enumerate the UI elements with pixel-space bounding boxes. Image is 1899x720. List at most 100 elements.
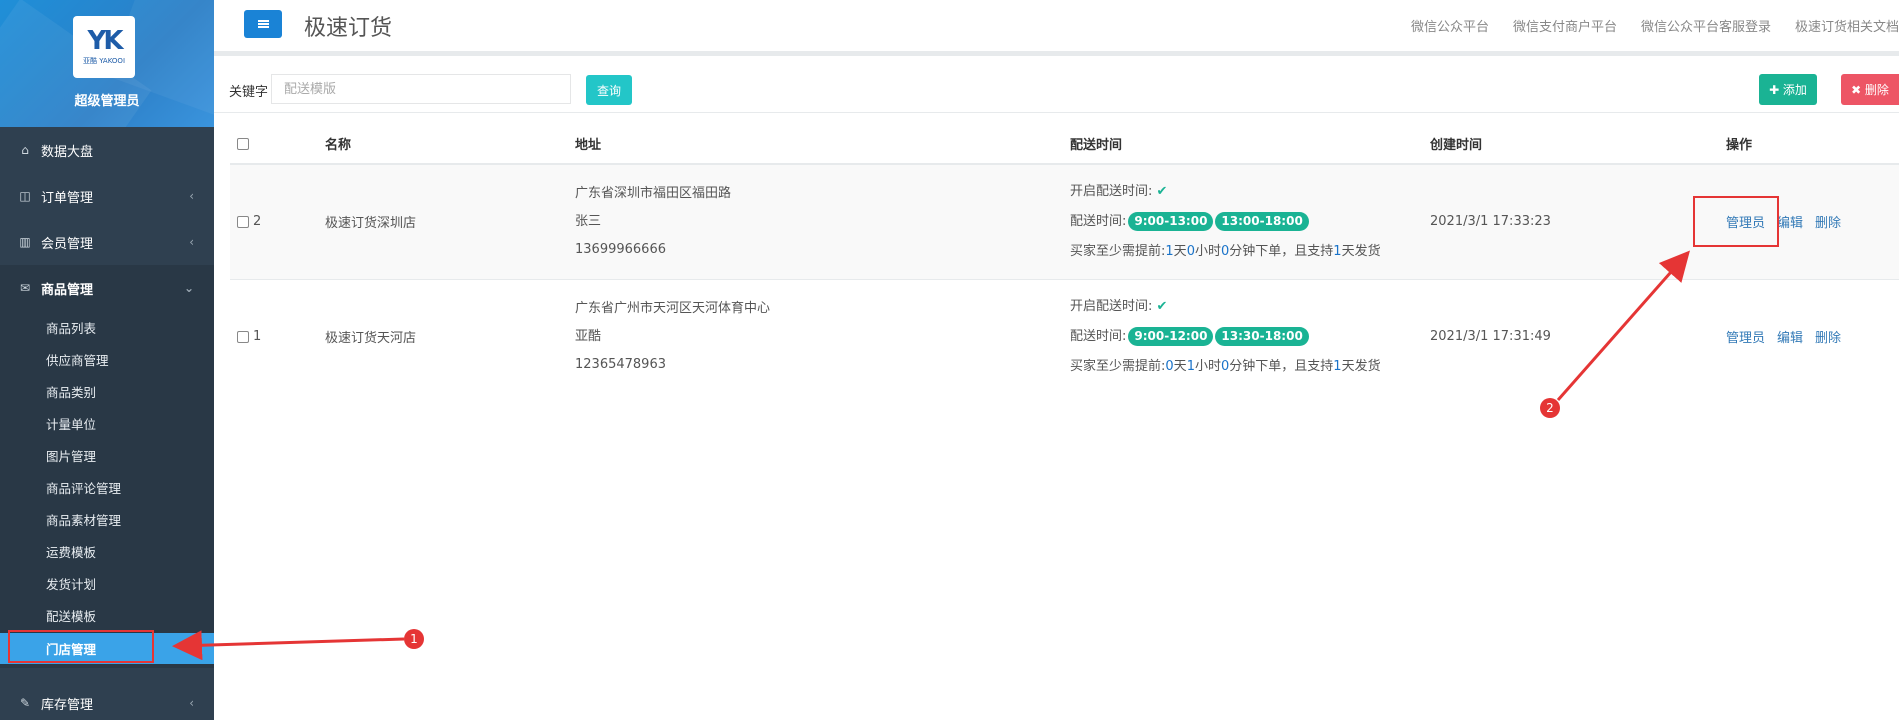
row-id: 1: [253, 329, 262, 345]
unit-hour: 小时: [1194, 358, 1221, 374]
delete-link[interactable]: 删除: [1815, 331, 1841, 346]
delivery-cell: 开启配送时间: ✔ 配送时间: 9:00-12:00 13:30-18:00 买家至…: [1070, 278, 1430, 394]
delivery-enabled-label: 开启配送时间:: [1070, 298, 1153, 314]
row-select: 1: [230, 278, 325, 394]
sidebar-item-orders[interactable]: ◫ 订单管理 ‹: [0, 173, 214, 219]
unit-day: 天: [1173, 358, 1187, 374]
link-docs[interactable]: 极速订货相关文档: [1795, 16, 1899, 35]
sidebar-subitem-units[interactable]: 计量单位: [0, 407, 214, 439]
edit-link[interactable]: 编辑: [1777, 216, 1803, 231]
sidebar-item-inventory[interactable]: ✎ 库存管理 ‹: [0, 680, 214, 720]
delivery-cell: 开启配送时间: ✔ 配送时间: 9:00-13:00 13:00-18:00 买家至…: [1070, 163, 1430, 279]
delivery-slots: 配送时间: 9:00-13:00 13:00-18:00: [1070, 207, 1430, 237]
store-contact: 亚酷: [575, 328, 602, 344]
link-wechat-pay[interactable]: 微信支付商户平台: [1513, 16, 1617, 35]
delivery-enabled: 开启配送时间: ✔: [1070, 177, 1430, 207]
advance-days: 0: [1165, 358, 1174, 374]
delete-link[interactable]: 删除: [1815, 216, 1841, 231]
unit-ship: 天发货: [1341, 243, 1381, 259]
add-button[interactable]: ✚ 添加: [1759, 74, 1817, 105]
store-name: 极速订货深圳店: [325, 163, 575, 279]
store-address-cell: 广东省深圳市福田区福田路 张三 13699966666: [575, 163, 1070, 279]
keyword-label: 关键字: [229, 85, 269, 100]
advance-label: 买家至少需提前:: [1070, 243, 1166, 259]
admin-name[interactable]: 超级管理员: [0, 90, 214, 109]
sidebar-subitem-delivery-templates[interactable]: 配送模板: [0, 599, 214, 631]
columns-icon: ◫: [19, 189, 31, 203]
row-select: 2: [230, 163, 325, 279]
delivery-enabled: 开启配送时间: ✔: [1070, 292, 1430, 322]
envelope-icon: ✉: [19, 281, 31, 295]
advance-notice: 买家至少需提前:0天1小时0分钟下单，且支持1天发货: [1070, 352, 1430, 382]
advance-hours: 0: [1186, 243, 1195, 259]
filter-bar: 关键字 查询 ✚ 添加 ✖ 删除: [214, 61, 1899, 113]
sidebar-item-label: 库存管理: [41, 697, 94, 713]
keyword-input[interactable]: [271, 74, 571, 104]
sidebar-subitem-images[interactable]: 图片管理: [0, 439, 214, 471]
chevron-left-icon: ‹: [189, 235, 194, 249]
products-submenu: 商品列表 供应商管理 商品类别 计量单位 图片管理 商品评论管理 商品素材管理 …: [0, 311, 214, 668]
table-row: 1 极速订货天河店 广东省广州市天河区天河体育中心 亚酷 12365478963…: [230, 278, 1899, 394]
time-slot-badge: 13:30-18:00: [1215, 326, 1309, 346]
bar-chart-icon: ▥: [19, 235, 31, 249]
created-time: 2021/3/1 17:31:49: [1430, 278, 1726, 394]
time-slot-badge: 9:00-12:00: [1128, 326, 1214, 346]
check-icon: ✔: [1156, 298, 1168, 314]
actions-cell: 管理员 编辑 删除: [1726, 278, 1899, 394]
edit-icon: ✎: [19, 696, 31, 710]
sidebar-subitem-categories[interactable]: 商品类别: [0, 375, 214, 407]
col-delivery-time: 配送时间: [1070, 122, 1430, 165]
top-links: 微信公众平台 微信支付商户平台 微信公众平台客服登录 极速订货相关文档: [1387, 16, 1899, 35]
unit-minute: 分钟下单，且支持: [1229, 358, 1334, 374]
select-all-checkbox[interactable]: [237, 137, 249, 150]
table-header-row: 名称 地址 配送时间 创建时间 操作: [230, 122, 1899, 165]
delete-button[interactable]: ✖ 删除: [1841, 74, 1899, 105]
query-button[interactable]: 查询: [586, 75, 632, 105]
link-wechat-platform[interactable]: 微信公众平台: [1411, 16, 1489, 35]
col-created: 创建时间: [1430, 122, 1726, 165]
link-wechat-support[interactable]: 微信公众平台客服登录: [1641, 16, 1771, 35]
sidebar-item-label: 数据大盘: [41, 144, 94, 160]
sidebar-item-dashboard[interactable]: ⌂ 数据大盘: [0, 127, 214, 173]
store-table: 名称 地址 配送时间 创建时间 操作 2 极速订货深圳店 广东省深圳市福田区福田…: [230, 122, 1899, 394]
annotation-badge-1: 1: [404, 629, 424, 649]
delivery-enabled-label: 开启配送时间:: [1070, 183, 1153, 199]
sidebar-subitem-product-list[interactable]: 商品列表: [0, 311, 214, 343]
manager-link[interactable]: 管理员: [1726, 331, 1765, 346]
time-slot-badge: 9:00-13:00: [1128, 211, 1214, 231]
sidebar-subitem-materials[interactable]: 商品素材管理: [0, 503, 214, 535]
hamburger-icon: [257, 20, 269, 28]
delivery-slots: 配送时间: 9:00-12:00 13:30-18:00: [1070, 322, 1430, 352]
sidebar-subitem-delivery-plan[interactable]: 发货计划: [0, 567, 214, 599]
menu-toggle-button[interactable]: [244, 10, 282, 38]
col-name: 名称: [325, 122, 575, 165]
sidebar-subitem-suppliers[interactable]: 供应商管理: [0, 343, 214, 375]
sidebar-item-label: 订单管理: [41, 190, 94, 206]
store-contact: 张三: [575, 213, 602, 229]
row-checkbox[interactable]: [237, 330, 249, 343]
table-row: 2 极速订货深圳店 广东省深圳市福田区福田路 张三 13699966666 开启…: [230, 163, 1899, 279]
advance-notice: 买家至少需提前:1天0小时0分钟下单，且支持1天发货: [1070, 237, 1430, 267]
sidebar-item-members[interactable]: ▥ 会员管理 ‹: [0, 219, 214, 265]
home-icon: ⌂: [21, 143, 29, 157]
sidebar-subitem-reviews[interactable]: 商品评论管理: [0, 471, 214, 503]
chevron-left-icon: ‹: [189, 696, 194, 710]
unit-ship: 天发货: [1341, 358, 1381, 374]
sidebar: YK 亚酷 YAKOOI 超级管理员 ⌂ 数据大盘 ◫ 订单管理 ‹ ▥ 会员管…: [0, 0, 214, 720]
unit-hour: 小时: [1194, 243, 1221, 259]
edit-link[interactable]: 编辑: [1777, 331, 1803, 346]
select-all-header: [230, 122, 325, 165]
logo-subtitle: 亚酷 YAKOOI: [82, 57, 126, 65]
logo-mark: YK: [87, 26, 124, 56]
col-address: 地址: [575, 122, 1070, 165]
chevron-left-icon: ‹: [189, 189, 194, 203]
sidebar-menu: ⌂ 数据大盘 ◫ 订单管理 ‹ ▥ 会员管理 ‹ ✉ 商品管理 ⌄: [0, 127, 214, 311]
row-checkbox[interactable]: [237, 215, 249, 228]
time-slot-badge: 13:00-18:00: [1215, 211, 1309, 231]
sidebar-item-label: 商品管理: [41, 282, 94, 298]
sidebar-item-products[interactable]: ✉ 商品管理 ⌄: [0, 265, 214, 311]
unit-day: 天: [1173, 243, 1187, 259]
sidebar-subitem-shipping-templates[interactable]: 运费模板: [0, 535, 214, 567]
annotation-badge-2: 2: [1540, 398, 1560, 418]
annotation-highlight-manager-link: [1693, 196, 1779, 247]
